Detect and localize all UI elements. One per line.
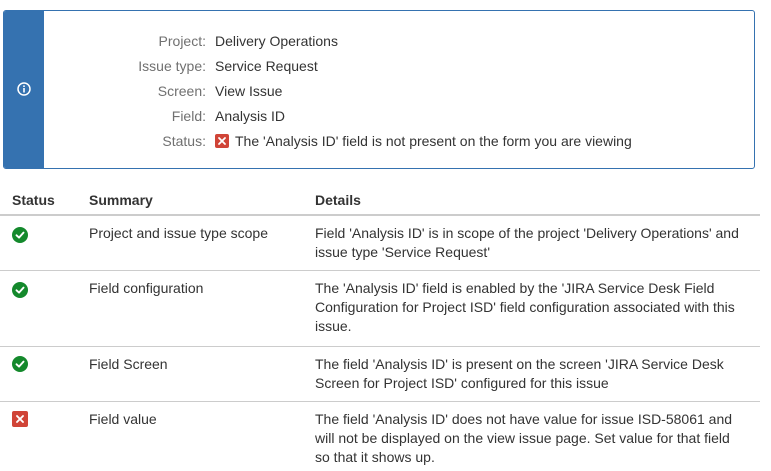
- details-line: Configuration for Project ISD' field con…: [315, 299, 735, 315]
- details-line: The 'Analysis ID' field is enabled by th…: [315, 280, 715, 296]
- details-line: so that it shows up.: [315, 449, 435, 465]
- table-row: Project and issue type scope Field 'Anal…: [0, 216, 760, 271]
- table-header: Status Summary Details: [0, 186, 760, 216]
- screen-value: View Issue: [215, 83, 283, 99]
- issue-type-label: Issue type:: [138, 58, 206, 74]
- info-panel: Project: Delivery Operations Issue type:…: [3, 10, 755, 169]
- status-value: The 'Analysis ID' field is not present o…: [235, 133, 632, 149]
- table-row: Field configuration The 'Analysis ID' fi…: [0, 271, 760, 347]
- project-value: Delivery Operations: [215, 33, 338, 49]
- table-row: Field value The field 'Analysis ID' does…: [0, 402, 760, 471]
- info-stripe: [4, 11, 44, 168]
- details-line: Field 'Analysis ID' is in scope of the p…: [315, 225, 739, 241]
- check-circle-icon: [12, 282, 28, 298]
- status-label: Status:: [162, 133, 206, 149]
- row-summary: Project and issue type scope: [89, 225, 268, 241]
- row-details: The field 'Analysis ID' does not have va…: [315, 410, 750, 467]
- details-line: will not be displayed on the view issue …: [315, 430, 730, 446]
- error-x-icon: [215, 134, 229, 148]
- header-details: Details: [315, 192, 361, 208]
- details-line: issue type 'Service Request': [315, 244, 490, 260]
- row-details: The 'Analysis ID' field is enabled by th…: [315, 279, 750, 336]
- check-circle-icon: [12, 227, 28, 243]
- details-line: The field 'Analysis ID' is present on th…: [315, 356, 724, 372]
- row-summary: Field Screen: [89, 356, 168, 372]
- row-details: The field 'Analysis ID' is present on th…: [315, 355, 750, 393]
- field-value: Analysis ID: [215, 108, 286, 124]
- row-summary: Field configuration: [89, 280, 204, 296]
- header-status: Status: [12, 192, 55, 208]
- check-circle-icon: [12, 356, 28, 372]
- details-line: The field 'Analysis ID' does not have va…: [315, 411, 733, 427]
- details-line: issue.: [315, 318, 352, 334]
- header-summary: Summary: [89, 192, 153, 208]
- field-label: Field:: [171, 108, 206, 124]
- row-summary: Field value: [89, 411, 157, 427]
- project-label: Project:: [158, 33, 206, 49]
- screen-label: Screen:: [157, 83, 206, 99]
- table-row: Field Screen The field 'Analysis ID' is …: [0, 347, 760, 402]
- issue-type-value: Service Request: [215, 58, 318, 74]
- row-details: Field 'Analysis ID' is in scope of the p…: [315, 224, 750, 262]
- details-line: Screen for Project ISD' configured for t…: [315, 375, 609, 391]
- info-circle-icon: [17, 82, 31, 96]
- error-x-icon: [12, 411, 28, 427]
